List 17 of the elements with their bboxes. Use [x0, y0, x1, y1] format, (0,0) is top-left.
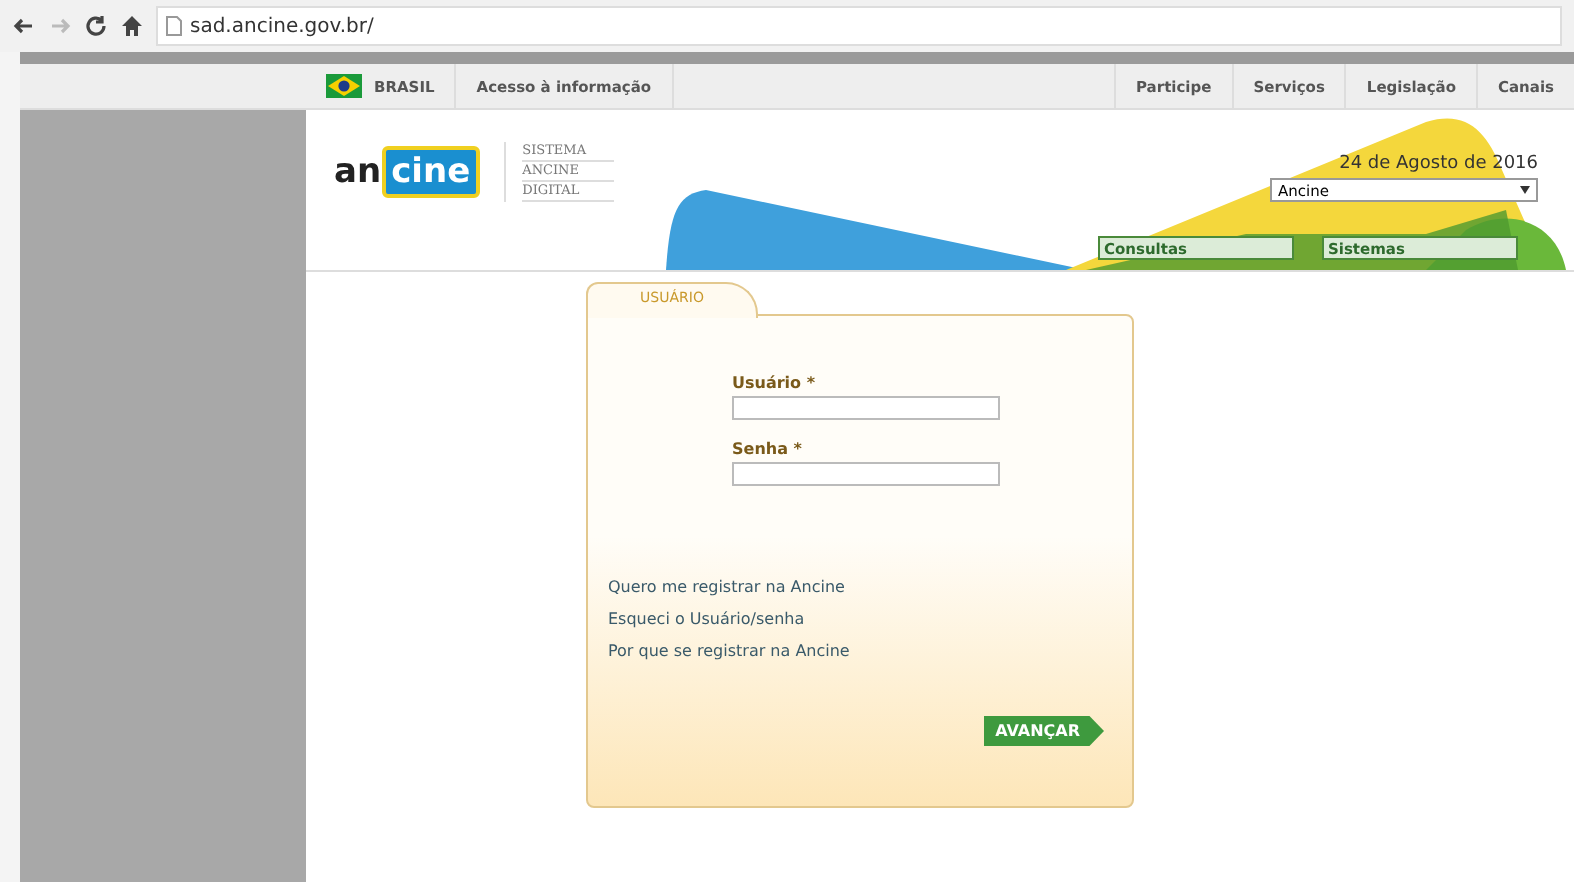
- input-field[interactable]: [732, 462, 1000, 486]
- flag-icon: [326, 74, 362, 98]
- address-bar[interactable]: sad.ancine.gov.br/: [156, 6, 1562, 46]
- reload-icon[interactable]: [84, 14, 108, 38]
- dropdown-arrow-icon: [1520, 186, 1530, 194]
- input-field[interactable]: [732, 396, 1000, 420]
- field-label: Usuário *: [732, 374, 818, 392]
- back-icon[interactable]: [12, 14, 36, 38]
- ancine-logo: an cine: [334, 146, 481, 198]
- home-icon[interactable]: [120, 14, 144, 38]
- url-text: sad.ancine.gov.br/: [190, 15, 374, 37]
- link[interactable]: Esqueci o Usuário/senha: [608, 610, 805, 628]
- link[interactable]: Quero me registrar na Ancine: [608, 578, 845, 596]
- submit-button[interactable]: AVANÇAR: [983, 716, 1104, 746]
- link[interactable]: Por que se registrar na Ancine: [608, 642, 850, 660]
- page-icon: [166, 16, 182, 36]
- field-label: Senha *: [732, 440, 804, 458]
